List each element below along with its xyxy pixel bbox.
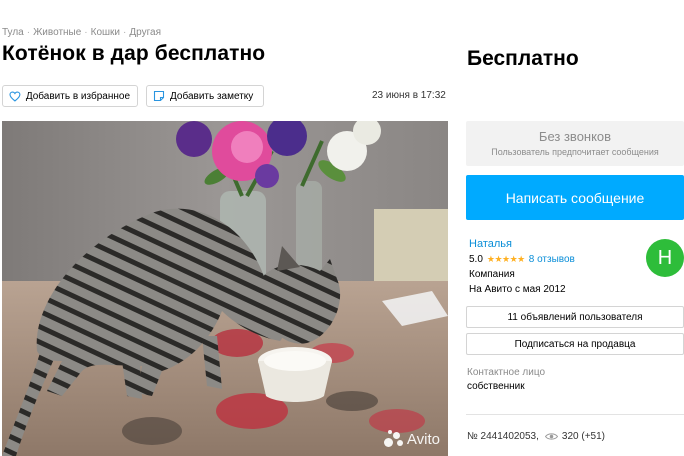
no-calls-title: Без звонков: [538, 129, 612, 144]
avito-logo-icon: [383, 430, 404, 448]
contact-person-label: Контактное лицо: [467, 367, 546, 378]
breadcrumb-item-city[interactable]: Тула: [2, 27, 24, 38]
views-count: 320 (+51): [561, 431, 605, 442]
contact-person-value: собственник: [467, 381, 525, 392]
no-calls-notice: Без звонков Пользователь предпочитает со…: [466, 121, 684, 166]
seller-rating: 5.0 ★★★★★ 8 отзывов: [469, 254, 575, 265]
listing-date: 23 июня в 17:32: [372, 90, 446, 101]
seller-ads-button[interactable]: 11 объявлений пользователя: [466, 306, 684, 328]
eye-icon: [544, 433, 558, 440]
reviews-link[interactable]: 8 отзывов: [529, 254, 575, 265]
rating-stars: ★★★★★: [486, 254, 525, 264]
breadcrumb-item-other[interactable]: Другая: [129, 27, 161, 38]
price: Бесплатно: [467, 47, 579, 70]
breadcrumb-separator: ·: [84, 27, 88, 38]
no-calls-subtitle: Пользователь предпочитает сообщения: [491, 147, 659, 157]
seller-type: Компания: [469, 269, 515, 280]
avatar[interactable]: Н: [646, 239, 684, 277]
heart-icon: [9, 91, 21, 102]
breadcrumb-separator: ·: [26, 27, 31, 38]
listing-number: № 2441402053,: [467, 431, 539, 442]
subscribe-seller-button[interactable]: Подписаться на продавца: [466, 333, 684, 355]
add-note-button[interactable]: Добавить заметку: [146, 85, 264, 107]
avito-watermark: Avito: [383, 430, 440, 448]
listing-photo[interactable]: Avito: [2, 121, 448, 456]
seller-since: На Авито с мая 2012: [469, 284, 566, 295]
add-to-favorites-label: Добавить в избранное: [25, 90, 130, 102]
seller-name-link[interactable]: Наталья: [469, 238, 512, 250]
write-message-button[interactable]: Написать сообщение: [466, 175, 684, 220]
cat-photo-image: [2, 121, 448, 456]
watermark-text: Avito: [406, 430, 440, 448]
divider: [466, 414, 684, 415]
note-icon: [153, 90, 165, 102]
add-to-favorites-button[interactable]: Добавить в избранное: [2, 85, 138, 107]
breadcrumb-separator: ·: [123, 27, 127, 38]
breadcrumb-item-animals[interactable]: Животные: [33, 27, 81, 38]
listing-meta: № 2441402053, 320 (+51): [467, 431, 605, 442]
breadcrumb: Тула · Животные · Кошки · Другая: [2, 27, 161, 38]
rating-value: 5.0: [469, 254, 483, 265]
page-title: Котёнок в дар бесплатно: [2, 42, 266, 65]
add-note-label: Добавить заметку: [170, 90, 254, 102]
breadcrumb-item-cats[interactable]: Кошки: [91, 27, 120, 38]
